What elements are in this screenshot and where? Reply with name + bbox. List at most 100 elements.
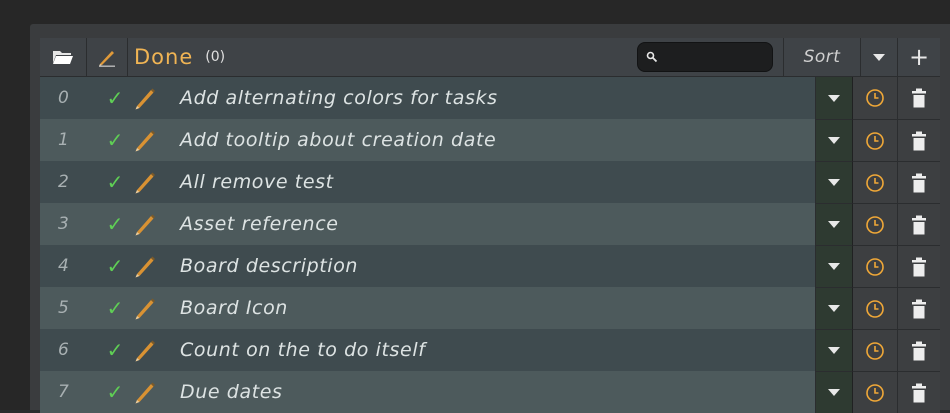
- task-dropdown-button[interactable]: [816, 245, 853, 287]
- task-dropdown-button[interactable]: [816, 203, 853, 245]
- edit-header-button[interactable]: [87, 38, 128, 76]
- chevron-down-icon: [828, 305, 840, 312]
- chevron-down-icon: [873, 53, 885, 61]
- due-date-button[interactable]: [853, 371, 898, 413]
- delete-task-button[interactable]: [898, 371, 940, 413]
- task-status-icons: ✓: [96, 371, 180, 413]
- clock-icon: [866, 257, 884, 276]
- board-title: Done: [134, 45, 194, 69]
- task-status-icons: ✓: [96, 287, 180, 329]
- task-index: 1: [40, 119, 96, 161]
- pencil-icon[interactable]: [132, 127, 158, 153]
- task-dropdown-button[interactable]: [816, 119, 853, 161]
- checkmark-icon[interactable]: ✓: [102, 172, 128, 192]
- trash-icon: [912, 131, 926, 150]
- trash-icon: [912, 173, 926, 192]
- task-title[interactable]: Board Icon: [180, 287, 816, 329]
- chevron-down-icon: [828, 94, 840, 102]
- checkmark-icon[interactable]: ✓: [102, 214, 128, 234]
- window-background: Done (0) Sort + 0 ✓ Add alternating colo…: [0, 0, 950, 413]
- task-row: 2 ✓ All remove test: [40, 161, 940, 203]
- pencil-icon[interactable]: [132, 169, 158, 195]
- due-date-button[interactable]: [853, 329, 898, 371]
- due-date-button[interactable]: [853, 161, 898, 203]
- trash-icon: [912, 299, 926, 318]
- task-title[interactable]: Count on the to do itself: [180, 329, 816, 371]
- pencil-icon[interactable]: [132, 253, 158, 279]
- due-date-button[interactable]: [853, 119, 898, 161]
- task-title[interactable]: Board description: [180, 245, 816, 287]
- clock-icon: [866, 299, 884, 318]
- task-row: 7 ✓ Due dates: [40, 371, 940, 413]
- delete-task-button[interactable]: [898, 203, 940, 245]
- checkmark-icon[interactable]: ✓: [102, 340, 128, 360]
- search-icon: [646, 51, 658, 63]
- pencil-icon[interactable]: [132, 337, 158, 363]
- task-title[interactable]: Add tooltip about creation date: [180, 119, 816, 161]
- task-rows: 0 ✓ Add alternating colors for tasks 1 ✓…: [40, 77, 940, 413]
- sort-dropdown-button[interactable]: [861, 38, 898, 76]
- due-date-button[interactable]: [853, 203, 898, 245]
- task-row: 6 ✓ Count on the to do itself: [40, 329, 940, 371]
- trash-icon: [912, 257, 926, 276]
- checkmark-icon[interactable]: ✓: [102, 130, 128, 150]
- add-task-button[interactable]: +: [898, 38, 940, 76]
- clock-icon: [866, 173, 884, 192]
- task-dropdown-button[interactable]: [816, 161, 853, 203]
- pencil-icon[interactable]: [132, 211, 158, 237]
- due-date-button[interactable]: [853, 245, 898, 287]
- task-status-icons: ✓: [96, 119, 180, 161]
- trash-icon: [912, 341, 926, 360]
- task-row: 5 ✓ Board Icon: [40, 287, 940, 329]
- due-date-button[interactable]: [853, 287, 898, 329]
- chevron-down-icon: [828, 137, 840, 144]
- checkmark-icon[interactable]: ✓: [102, 382, 128, 402]
- checkmark-icon[interactable]: ✓: [102, 88, 128, 108]
- delete-task-button[interactable]: [898, 119, 940, 161]
- chevron-down-icon: [828, 221, 840, 228]
- task-index: 5: [40, 287, 96, 329]
- task-index: 4: [40, 245, 96, 287]
- chevron-down-icon: [828, 347, 840, 354]
- task-index: 0: [40, 77, 96, 119]
- chevron-down-icon: [828, 263, 840, 270]
- pencil-icon[interactable]: [132, 379, 158, 405]
- delete-task-button[interactable]: [898, 77, 940, 119]
- search-input[interactable]: [637, 42, 773, 72]
- task-row: 1 ✓ Add tooltip about creation date: [40, 119, 940, 161]
- task-title[interactable]: Asset reference: [180, 203, 816, 245]
- task-index: 2: [40, 161, 96, 203]
- task-dropdown-button[interactable]: [816, 329, 853, 371]
- open-folder-button[interactable]: [40, 38, 87, 76]
- delete-task-button[interactable]: [898, 161, 940, 203]
- chevron-down-icon: [828, 389, 840, 396]
- task-dropdown-button[interactable]: [816, 371, 853, 413]
- task-index: 7: [40, 371, 96, 413]
- pencil-icon[interactable]: [132, 295, 158, 321]
- task-row: 4 ✓ Board description: [40, 245, 940, 287]
- delete-task-button[interactable]: [898, 329, 940, 371]
- checkmark-icon[interactable]: ✓: [102, 256, 128, 276]
- task-status-icons: ✓: [96, 329, 180, 371]
- delete-task-button[interactable]: [898, 245, 940, 287]
- trash-icon: [912, 215, 926, 234]
- clock-icon: [866, 215, 884, 234]
- task-title[interactable]: Due dates: [180, 371, 816, 413]
- due-date-button[interactable]: [853, 77, 898, 119]
- task-dropdown-button[interactable]: [816, 77, 853, 119]
- clock-icon: [866, 383, 884, 402]
- sort-button[interactable]: Sort: [784, 38, 861, 76]
- task-index: 3: [40, 203, 96, 245]
- task-title[interactable]: All remove test: [180, 161, 816, 203]
- task-dropdown-button[interactable]: [816, 287, 853, 329]
- pencil-icon[interactable]: [132, 85, 158, 111]
- task-status-icons: ✓: [96, 77, 180, 119]
- task-status-icons: ✓: [96, 203, 180, 245]
- task-row: 0 ✓ Add alternating colors for tasks: [40, 77, 940, 119]
- list-header: Done (0) Sort +: [40, 38, 940, 77]
- delete-task-button[interactable]: [898, 287, 940, 329]
- task-status-icons: ✓: [96, 161, 180, 203]
- task-title[interactable]: Add alternating colors for tasks: [180, 77, 816, 119]
- checkmark-icon[interactable]: ✓: [102, 298, 128, 318]
- task-row: 3 ✓ Asset reference: [40, 203, 940, 245]
